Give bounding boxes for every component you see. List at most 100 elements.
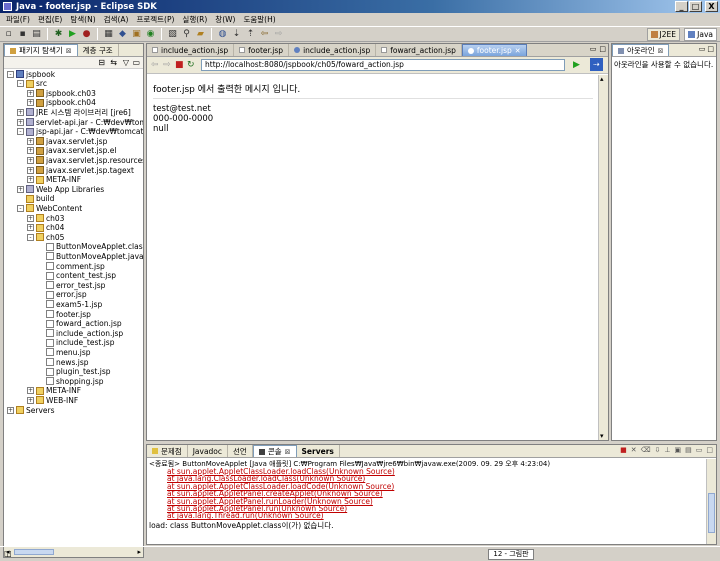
maximize-editor-icon[interactable]: □ [599,45,606,53]
remove-launch-icon[interactable]: ✕ [631,446,637,454]
globe-icon[interactable]: ◍ [217,29,228,40]
new-server-icon[interactable]: ▦ [103,29,114,40]
display-console-icon[interactable]: ▣ [675,446,682,454]
minimize-view-icon[interactable]: ▭ [699,45,706,53]
menu-window[interactable]: 창(W) [211,14,239,25]
external-tools-icon[interactable]: ● [81,29,92,40]
scroll-up-icon[interactable]: ▴ [600,75,604,83]
tree-item[interactable]: comment.jsp [37,261,105,271]
collapse-icon[interactable]: - [7,70,14,78]
tree-item[interactable]: + javax.servlet.jsp.resources [27,155,143,165]
perspective-java[interactable]: Java [684,28,717,41]
tree-item[interactable]: - jspbook [7,69,55,79]
expand-icon[interactable]: + [17,185,24,193]
tree-item[interactable]: news.jsp [37,357,89,367]
perspective-j2ee[interactable]: J2EE [646,28,680,41]
expand-icon[interactable]: + [17,118,24,126]
tree-item[interactable]: - ch05 [27,232,64,242]
tree-item[interactable]: - src [17,79,47,89]
expand-icon[interactable]: + [27,387,34,395]
scroll-thumb[interactable] [708,493,715,533]
tree-item[interactable]: menu.jsp [37,347,91,357]
menu-help[interactable]: 도움말(H) [239,14,279,25]
debug-icon[interactable]: ✱ [53,29,64,40]
expand-icon[interactable]: + [27,99,34,107]
tree-item[interactable]: plugin_test.jsp [37,367,111,377]
scroll-lock-icon[interactable]: ⇩ [655,446,661,454]
menu-run[interactable]: 실행(R) [178,14,211,25]
tab-footer-1[interactable]: footer.jsp [234,44,290,56]
tree-item[interactable]: include_test.jsp [37,338,114,348]
new-package-icon[interactable]: ▣ [131,29,142,40]
stop-icon[interactable]: ■ [175,60,184,70]
new-icon[interactable]: ▫ [3,29,14,40]
expand-icon[interactable]: + [17,108,24,116]
open-type-icon[interactable]: ▧ [167,29,178,40]
fast-view-icon[interactable]: ◫ [4,549,12,558]
maximize-view-icon[interactable]: □ [707,45,714,53]
next-annotation-icon[interactable]: ⇣ [231,29,242,40]
pin-console-icon[interactable]: ⊥ [664,446,670,454]
tab-include-action-2[interactable]: include_action.jsp [289,44,377,56]
print-icon[interactable]: ▤ [31,29,42,40]
close-icon[interactable]: ⊠ [285,448,291,456]
vertical-scrollbar[interactable]: ▴ ▾ [598,75,608,440]
expand-icon[interactable]: + [27,166,34,174]
open-console-icon[interactable]: ▤ [685,446,692,454]
tree-item[interactable]: content_test.jsp [37,271,116,281]
menu-file[interactable]: 파일(F) [2,14,34,25]
tree-item[interactable]: build [17,194,54,204]
view-menu-icon[interactable]: ▽ [123,58,129,67]
open-folder-icon[interactable]: ▰ [195,29,206,40]
menu-edit[interactable]: 편집(E) [34,14,66,25]
tree-item[interactable]: footer.jsp [37,309,91,319]
close-icon[interactable]: ⊠ [658,47,664,55]
link-editor-icon[interactable]: ⇆ [110,58,117,67]
menu-navigate[interactable]: 탐색(N) [66,14,99,25]
search-icon[interactable]: ⚲ [181,29,192,40]
close-icon[interactable]: ⊠ [66,47,72,55]
tab-javadoc[interactable]: Javadoc [188,445,229,457]
forward-icon[interactable]: ⇨ [273,29,284,40]
expand-icon[interactable]: + [27,224,34,232]
expand-icon[interactable]: + [27,89,34,97]
close-button[interactable]: X [705,1,718,12]
tab-console[interactable]: 콘솔 ⊠ [252,445,297,457]
tab-servers[interactable]: Servers [297,445,340,457]
collapse-icon[interactable]: - [27,233,34,241]
close-tab-icon[interactable]: ✕ [515,47,521,55]
minimize-view-icon[interactable]: ▭ [132,58,140,67]
tree-item[interactable]: + WEB-INF [27,395,78,405]
minimize-button[interactable]: _ [675,1,688,12]
expand-icon[interactable]: + [27,156,34,164]
tree-item[interactable]: ButtonMoveApplet.java [37,251,143,261]
terminate-icon[interactable]: ■ [620,446,627,454]
tree-item[interactable]: foward_action.jsp [37,319,122,329]
tree-item[interactable]: + ch03 [27,213,64,223]
tree-item[interactable]: + META-INF [27,386,81,396]
save-icon[interactable]: ▪ [17,29,28,40]
forward-icon[interactable]: ⇨ [163,60,171,70]
menu-project[interactable]: 프로젝트(P) [132,14,178,25]
scroll-down-icon[interactable]: ▾ [600,432,604,440]
tree-item[interactable]: shopping.jsp [37,376,104,386]
tree-item[interactable]: + ch04 [27,223,64,233]
tree-item[interactable]: include_action.jsp [37,328,123,338]
tree-item[interactable]: error_test.jsp [37,280,105,290]
expand-icon[interactable]: + [27,137,34,145]
tree-item[interactable]: - jsp-api.jar - C:₩dev₩tomcat5₩ [17,127,143,137]
tree-item[interactable]: ButtonMoveApplet.class [37,242,143,252]
tab-problems[interactable]: 문제점 [147,445,188,457]
tab-declaration[interactable]: 선언 [228,445,253,457]
new-class-icon[interactable]: ◉ [145,29,156,40]
external-browser-icon[interactable]: ⇢ [590,58,603,71]
clear-console-icon[interactable]: ⌫ [641,446,651,454]
minimize-editor-icon[interactable]: ▭ [590,45,597,53]
minimize-view-icon[interactable]: ▭ [696,446,703,454]
maximize-button[interactable]: □ [689,1,702,12]
collapse-icon[interactable]: - [17,128,24,136]
back-icon[interactable]: ⇦ [151,60,159,70]
tree-item[interactable]: error.jsp [37,290,87,300]
tab-package-explorer[interactable]: 패키지 탐색기 ⊠ [4,44,78,56]
collapse-icon[interactable]: - [17,80,24,88]
